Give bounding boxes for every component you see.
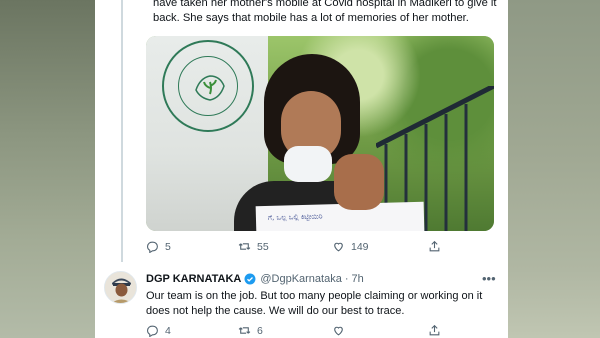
avatar[interactable] [104, 271, 137, 304]
like-button[interactable]: 149 [332, 240, 369, 253]
share-button-2[interactable] [428, 324, 441, 337]
share-button[interactable] [428, 240, 441, 253]
retweet-icon [238, 243, 251, 250]
reply-count: 5 [165, 240, 171, 253]
photo-seal-emblem [162, 40, 254, 132]
more-icon[interactable]: ••• [482, 271, 496, 286]
reply-count-2: 4 [165, 324, 171, 337]
tweet-actions-bar: 5 55 149 [146, 240, 496, 256]
retweet-button-2[interactable]: 6 [238, 324, 263, 337]
reply-tweet-text: Our team is on the job. But too many peo… [146, 290, 483, 317]
tweet-photo[interactable]: ಗೆ, ಒಲ್ಲ ಒಲ್ಲಿ ಕಿಟ್ಟೀಯಿರಿ [146, 36, 494, 231]
photo-paper-text: ಗೆ, ಒಲ್ಲ ಒಲ್ಲಿ ಕಿಟ್ಟೀಯಿರಿ [267, 212, 323, 222]
retweet-count: 55 [257, 240, 269, 253]
like-icon [334, 326, 343, 336]
tweet-timestamp[interactable]: 7h [352, 273, 364, 285]
reply-button-2[interactable]: 4 [146, 324, 171, 337]
tweet-text: have taken her mother's mobile at Covid … [153, 0, 497, 24]
reply-icon [147, 241, 158, 253]
photo-person-hand [334, 154, 384, 210]
retweet-button[interactable]: 55 [238, 240, 269, 253]
author-handle[interactable]: @DgpKarnataka [260, 273, 342, 285]
share-icon [429, 324, 440, 336]
retweet-count-2: 6 [257, 324, 263, 337]
verified-badge-icon [244, 273, 256, 285]
background-right [508, 0, 600, 338]
like-count: 149 [351, 240, 369, 253]
like-icon [334, 242, 343, 252]
photo-person-mask [284, 146, 332, 182]
reply-button[interactable]: 5 [146, 240, 171, 253]
retweet-icon [238, 327, 251, 334]
thread-connector-line [121, 0, 123, 262]
tweet-header: DGP KARNATAKA @DgpKarnataka · 7h [146, 271, 496, 287]
reply-icon [147, 325, 158, 337]
like-button-2[interactable] [332, 324, 345, 337]
reply-actions-bar: 4 6 [146, 324, 496, 338]
share-icon [429, 240, 440, 252]
background-left [0, 0, 95, 338]
separator-dot: · [344, 273, 349, 285]
author-name[interactable]: DGP KARNATAKA [146, 273, 241, 285]
